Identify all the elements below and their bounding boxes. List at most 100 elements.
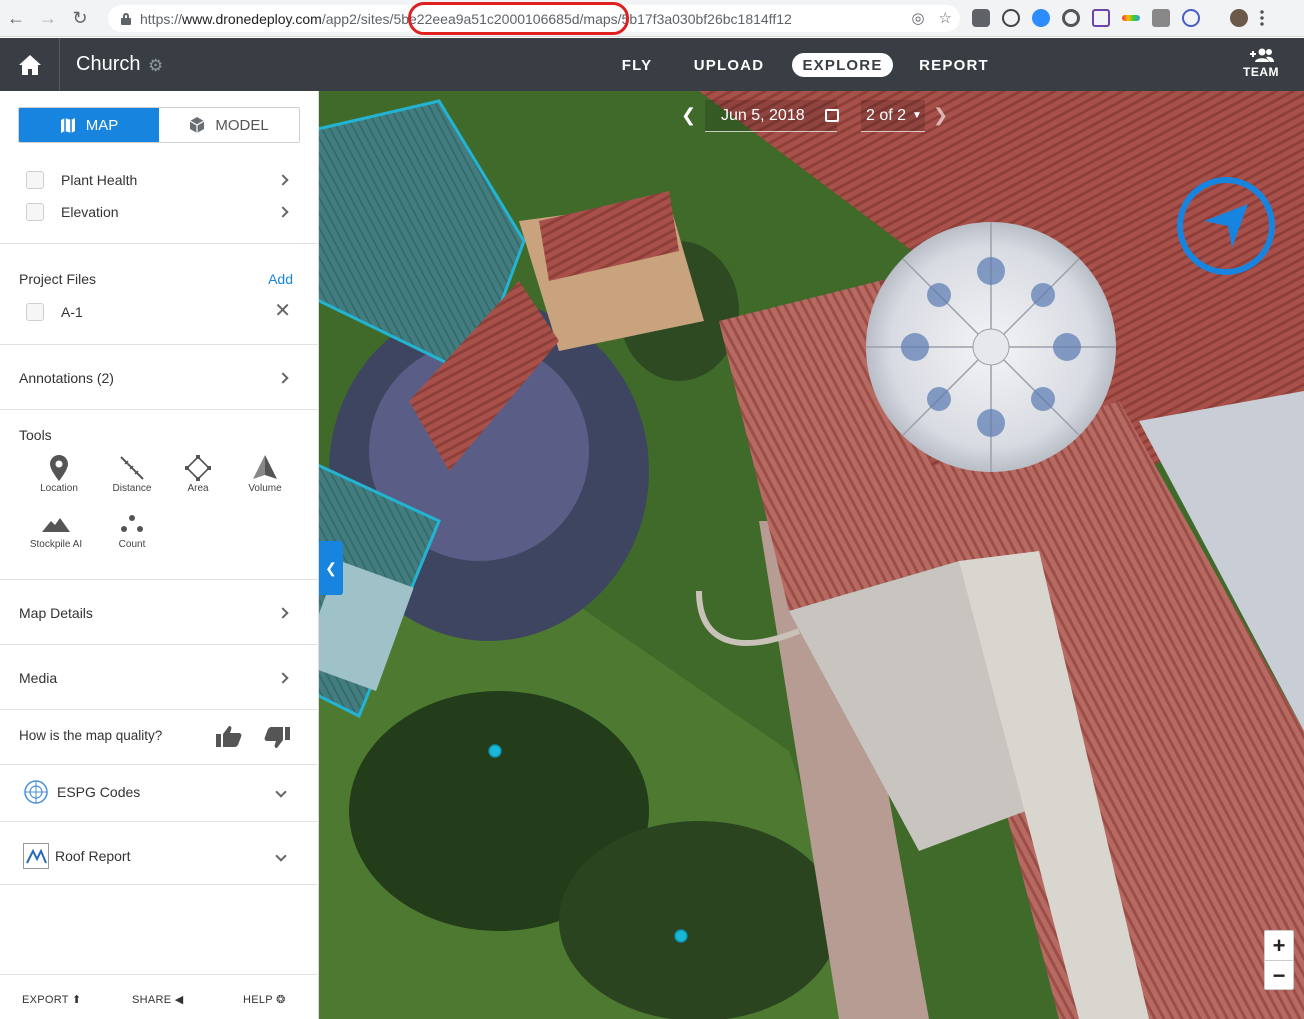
map-details-row[interactable]: Map Details: [0, 603, 319, 623]
address-bar[interactable]: https://www.dronedeploy.com/app2/sites/5…: [108, 5, 960, 32]
gear-icon[interactable]: ⚙: [148, 56, 163, 76]
zoom-extension-icon[interactable]: [1032, 9, 1050, 27]
zoom-in-plus-icon[interactable]: +: [1265, 931, 1293, 961]
tab-upload[interactable]: UPLOAD: [690, 53, 768, 77]
file-label: A-1: [61, 304, 83, 320]
aerial-map[interactable]: [319, 91, 1304, 1019]
divider: [0, 764, 319, 765]
app-header: Church ⚙ FLY UPLOAD EXPLORE REPORT TEAM: [0, 38, 1304, 91]
tab-report[interactable]: REPORT: [918, 53, 990, 77]
map-view-button[interactable]: MAP: [19, 108, 159, 142]
file-row[interactable]: A-1 ✕: [0, 300, 319, 322]
layer-label: Elevation: [61, 204, 119, 220]
tool-stockpile-ai[interactable]: Stockpile AI: [23, 509, 89, 550]
chevron-down-icon: [275, 786, 287, 798]
browser-toolbar: ← → ↻ https://www.dronedeploy.com/app2/s…: [0, 0, 1304, 37]
divider: [0, 344, 319, 345]
chevron-right-icon: [277, 372, 289, 384]
home-button[interactable]: [0, 38, 60, 91]
annotations-row[interactable]: Annotations (2): [0, 368, 319, 388]
grid-extension-icon[interactable]: [1152, 9, 1170, 27]
annotations-label: Annotations (2): [19, 370, 114, 386]
map-count-dropdown[interactable]: 2 of 2 ▼: [861, 100, 925, 132]
collapse-sidebar-button[interactable]: ❮: [319, 541, 343, 595]
espg-codes-row[interactable]: ESPG Codes: [0, 780, 319, 804]
layer-row-elevation[interactable]: Elevation: [0, 202, 319, 222]
divider: [0, 579, 319, 580]
share-label: SHARE: [132, 994, 172, 1006]
zoom-out-minus-icon[interactable]: −: [1265, 961, 1293, 991]
elevation-checkbox[interactable]: [26, 203, 44, 221]
aerial-orthomosaic-image: [319, 91, 1304, 1019]
next-map-chevron-right-icon[interactable]: ❯: [933, 105, 948, 126]
tools-header: Tools: [0, 425, 319, 445]
media-row[interactable]: Media: [0, 668, 319, 688]
add-file-link[interactable]: Add: [268, 271, 293, 287]
divider: [0, 821, 319, 822]
thumbs-up-icon[interactable]: [216, 725, 242, 747]
back-arrow-icon[interactable]: ←: [0, 0, 32, 37]
rainbow-extension-icon[interactable]: [1122, 15, 1140, 21]
export-button[interactable]: EXPORT ⬆: [22, 993, 82, 1006]
location-target-icon[interactable]: ◎: [911, 9, 924, 27]
map-quality-question: How is the map quality?: [19, 727, 163, 743]
layer-row-plant-health[interactable]: Plant Health: [0, 170, 319, 190]
sync-extension-icon[interactable]: [1062, 9, 1080, 27]
bookmark-star-icon[interactable]: ☆: [939, 9, 952, 27]
shield-extension-icon[interactable]: [972, 9, 990, 27]
tool-distance[interactable]: Distance: [99, 453, 165, 494]
tool-volume[interactable]: Volume: [232, 453, 298, 494]
tool-label: Distance: [112, 483, 152, 494]
chevron-right-icon: [277, 607, 289, 619]
lock-icon: [120, 12, 132, 25]
file-checkbox[interactable]: [26, 303, 44, 321]
plant-health-checkbox[interactable]: [26, 171, 44, 189]
tab-fly[interactable]: FLY: [616, 53, 658, 77]
un-globe-icon: [24, 780, 48, 804]
profile-avatar-icon[interactable]: [1230, 9, 1248, 27]
roof-report-label: Roof Report: [55, 848, 131, 864]
reload-icon[interactable]: ↻: [64, 0, 96, 37]
remove-file-close-icon[interactable]: ✕: [274, 298, 291, 323]
polygon-icon: [185, 455, 211, 481]
menu-dots-icon[interactable]: [1260, 9, 1264, 27]
tab-explore[interactable]: EXPLORE: [792, 53, 893, 77]
tool-count[interactable]: Count: [99, 509, 165, 550]
screen-extension-icon[interactable]: [1092, 9, 1110, 27]
project-files-header: Project Files Add: [0, 269, 319, 289]
tools-title: Tools: [19, 427, 52, 443]
forward-arrow-icon[interactable]: →: [32, 0, 64, 37]
location-pin-icon: [50, 455, 68, 481]
calendar-icon[interactable]: [825, 109, 839, 122]
compass-navigation-icon[interactable]: [1176, 176, 1276, 276]
export-label: EXPORT: [22, 994, 69, 1006]
date-dropdown[interactable]: Jun 5, 2018: [705, 100, 837, 132]
previous-map-chevron-left-icon[interactable]: ❮: [681, 105, 696, 126]
map-date: Jun 5, 2018: [721, 106, 805, 124]
caret-down-icon: ▼: [912, 110, 922, 121]
project-title: Church: [76, 53, 141, 75]
tool-area[interactable]: Area: [165, 453, 231, 494]
url-text: https://www.dronedeploy.com/app2/sites/5…: [140, 10, 792, 27]
map-details-label: Map Details: [19, 605, 93, 621]
roof-report-logo-icon: [23, 843, 49, 869]
help-button[interactable]: HELP ❂: [243, 993, 286, 1006]
thumbs-down-icon[interactable]: [264, 727, 290, 749]
record-extension-icon[interactable]: [1182, 9, 1200, 27]
info-extension-icon[interactable]: [1002, 9, 1020, 27]
media-label: Media: [19, 670, 58, 686]
roof-report-row[interactable]: Roof Report: [0, 843, 319, 869]
chevron-down-icon: [275, 850, 287, 862]
chevron-right-icon: [277, 672, 289, 684]
model-view-button[interactable]: MODEL: [159, 108, 299, 142]
team-button[interactable]: TEAM: [1236, 48, 1286, 79]
map-date-selector: ❮ Jun 5, 2018 2 of 2 ▼ ❯: [673, 100, 957, 134]
share-button[interactable]: SHARE ◀: [132, 993, 184, 1006]
map-view-label: MAP: [85, 116, 119, 134]
project-files-title: Project Files: [19, 271, 97, 287]
divider: [0, 644, 319, 645]
zoom-control: + −: [1264, 930, 1294, 990]
tool-location[interactable]: Location: [26, 453, 92, 494]
cube-icon: [190, 117, 205, 133]
tool-label: Area: [187, 483, 209, 494]
